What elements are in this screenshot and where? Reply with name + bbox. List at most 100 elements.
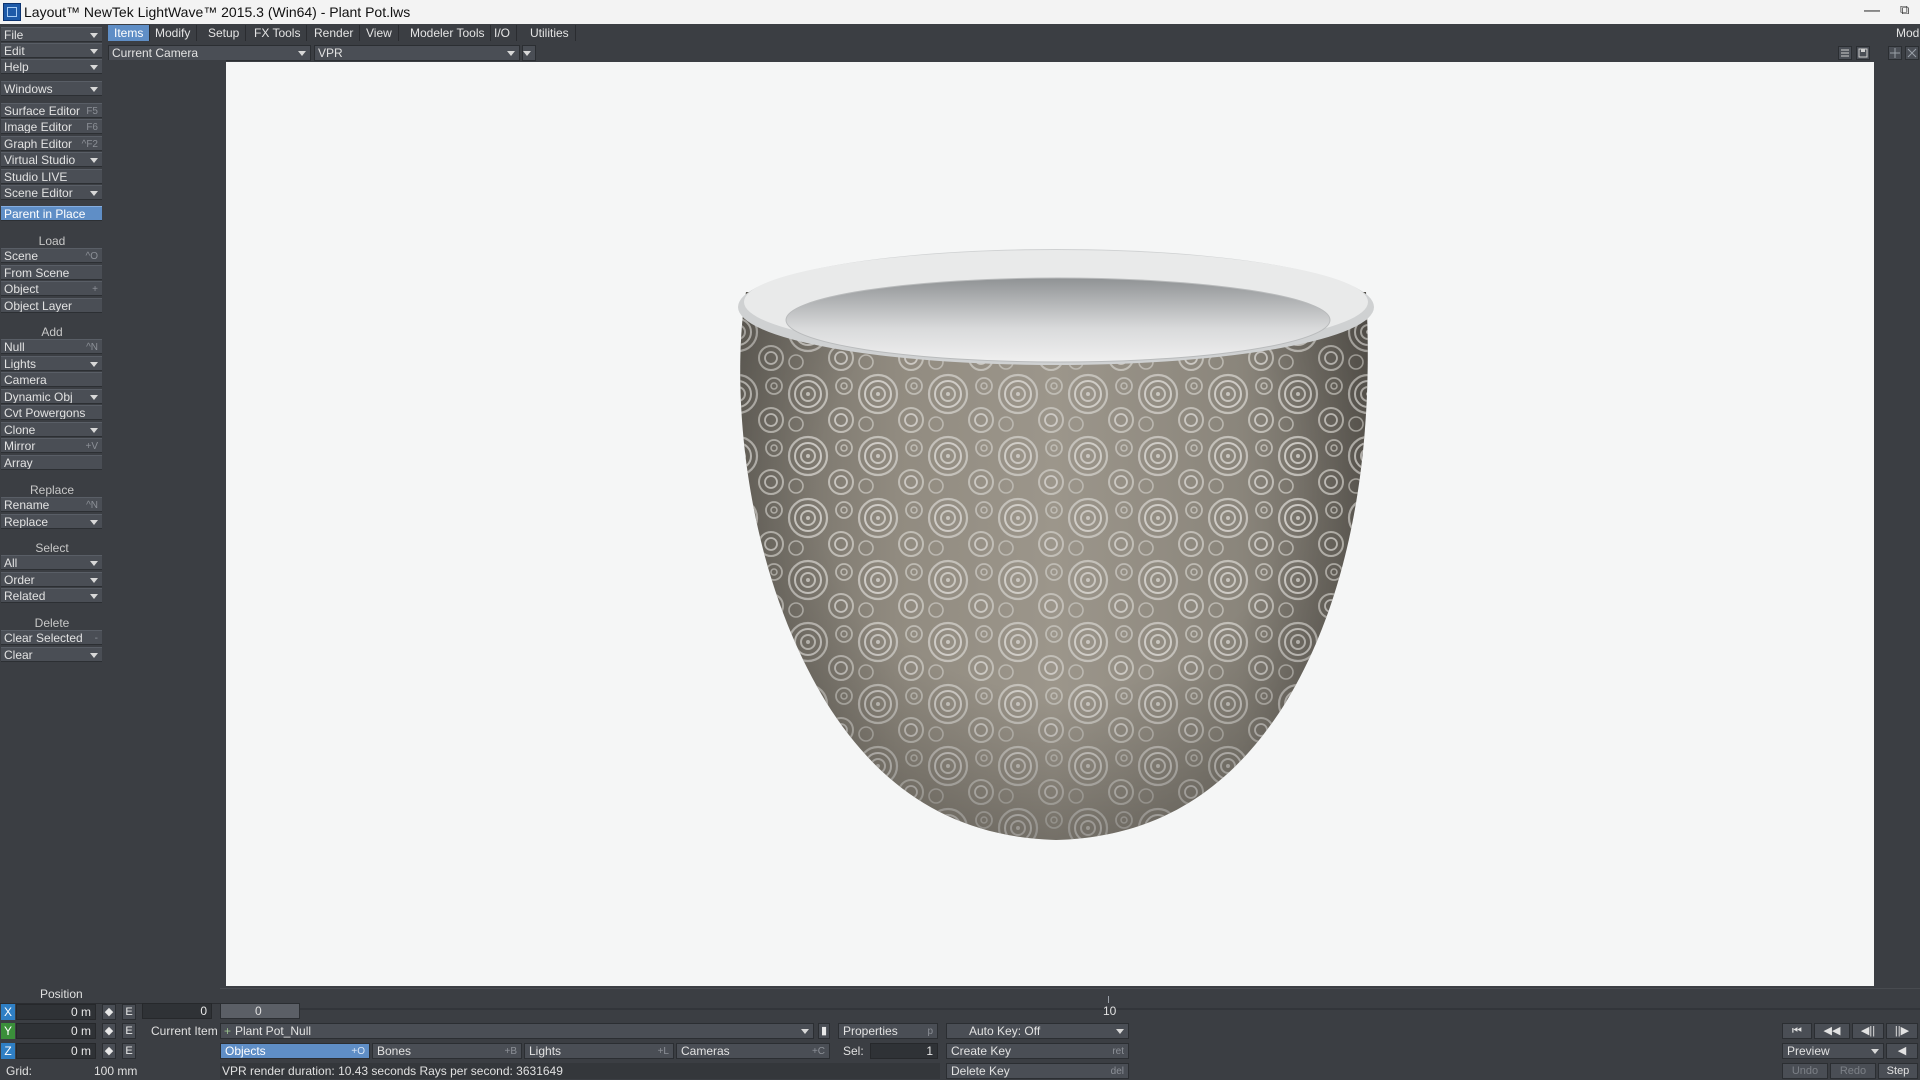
x-envelope-button[interactable]: E (122, 1004, 136, 1020)
windows-menu[interactable]: Windows (1, 81, 102, 96)
viewport-margin (106, 60, 226, 986)
shortcut-label: del (1110, 1066, 1124, 1077)
image-editor-button[interactable]: Image Editor F6 (1, 119, 102, 134)
array-button[interactable]: Array (1, 455, 102, 470)
chevron-down-icon (90, 594, 98, 599)
z-envelope-button[interactable]: E (122, 1043, 136, 1059)
chevron-down-icon (90, 578, 98, 583)
tab-modify[interactable]: Modify (149, 25, 198, 41)
save-icon[interactable] (1856, 46, 1870, 60)
replace-menu[interactable]: Replace (1, 514, 102, 529)
graph-editor-button[interactable]: Graph Editor ^F2 (1, 136, 102, 151)
shortcut-label: ^N (86, 342, 98, 353)
select-order-menu[interactable]: Order (1, 572, 102, 587)
lights-label: Lights (529, 1044, 562, 1058)
order-label: Order (4, 573, 35, 587)
redo-button[interactable]: Redo (1830, 1063, 1876, 1079)
go-to-start-icon[interactable]: ⏮ (1782, 1023, 1812, 1039)
list-icon[interactable] (1838, 46, 1852, 60)
clear-selected-button[interactable]: Clear Selected - (1, 630, 102, 645)
y-stepper-icon[interactable]: ◆ (102, 1023, 116, 1039)
vpr-viewport[interactable] (226, 62, 1874, 986)
object-layer-button[interactable]: Object Layer (1, 298, 102, 313)
window-title: Layout™ NewTek LightWave™ 2015.3 (Win64)… (24, 4, 411, 20)
current-frame-field[interactable]: 0 (142, 1003, 212, 1019)
select-all-menu[interactable]: All (1, 555, 102, 570)
current-item-select[interactable]: + Plant Pot_Null (220, 1023, 814, 1039)
chevron-down-icon (90, 87, 98, 92)
file-menu[interactable]: File (1, 27, 102, 42)
render-mode-select[interactable]: VPR (314, 45, 520, 61)
tab-modeler-tools[interactable]: Modeler Tools (404, 25, 492, 41)
chevron-down-icon (90, 33, 98, 38)
item-options-icon[interactable]: ▮ (818, 1023, 830, 1039)
chevron-down-icon (90, 428, 98, 433)
parent-in-place-button[interactable]: Parent in Place (1, 206, 102, 221)
shortcut-label: F6 (86, 122, 98, 133)
tab-setup[interactable]: Setup (202, 25, 247, 41)
objects-filter-button[interactable]: Objects +O (220, 1043, 370, 1059)
preview-menu[interactable]: Preview (1782, 1043, 1884, 1059)
y-position-field[interactable]: 0 m (16, 1023, 96, 1039)
z-stepper-icon[interactable]: ◆ (102, 1043, 116, 1059)
delete-header: Delete (34, 616, 70, 630)
clear-menu[interactable]: Clear (1, 647, 102, 662)
studio-live-button[interactable]: Studio LIVE (1, 169, 102, 184)
play-back-icon[interactable]: ◀ (1886, 1043, 1918, 1059)
create-key-button[interactable]: Create Key ret (946, 1043, 1129, 1059)
mirror-label: Mirror (4, 439, 36, 453)
tab-io[interactable]: I/O (488, 25, 518, 41)
add-lights-menu[interactable]: Lights (1, 356, 102, 371)
mirror-button[interactable]: Mirror +V (1, 438, 102, 453)
edit-menu[interactable]: Edit (1, 43, 102, 58)
tab-render[interactable]: Render (308, 25, 361, 41)
camera-select[interactable]: Current Camera (108, 45, 311, 61)
load-scene-button[interactable]: Scene ^O (1, 248, 102, 263)
move-icon[interactable] (1888, 46, 1902, 60)
tab-fx-tools[interactable]: FX Tools (248, 25, 308, 41)
surface-editor-button[interactable]: Surface Editor F5 (1, 103, 102, 118)
y-envelope-button[interactable]: E (122, 1023, 136, 1039)
lights-filter-button[interactable]: Lights +L (524, 1043, 674, 1059)
delete-key-button[interactable]: Delete Key del (946, 1063, 1129, 1079)
properties-button[interactable]: Properties p (838, 1023, 938, 1039)
restore-icon[interactable]: ⧉ (1900, 2, 1920, 22)
add-null-button[interactable]: Null ^N (1, 339, 102, 354)
clone-menu[interactable]: Clone (1, 422, 102, 437)
dynamic-obj-menu[interactable]: Dynamic Obj (1, 389, 102, 404)
scene-editor-menu[interactable]: Scene Editor (1, 185, 102, 200)
x-position-field[interactable]: 0 m (16, 1004, 96, 1020)
frame-slider[interactable]: 0 (220, 1003, 300, 1019)
rename-button[interactable]: Rename ^N (1, 497, 102, 512)
undo-button[interactable]: Undo (1782, 1063, 1828, 1079)
chevron-down-icon (298, 51, 306, 56)
play-reverse-icon[interactable]: ◀◀ (1814, 1023, 1850, 1039)
cvt-powergons-label: Cvt Powergons (4, 406, 86, 420)
virtual-studio-menu[interactable]: Virtual Studio (1, 152, 102, 167)
from-scene-button[interactable]: From Scene (1, 265, 102, 280)
bones-filter-button[interactable]: Bones +B (372, 1043, 522, 1059)
add-camera-button[interactable]: Camera (1, 372, 102, 387)
tab-view[interactable]: View (360, 25, 399, 41)
help-menu[interactable]: Help (1, 59, 102, 74)
step-forward-icon[interactable]: ||▶ (1886, 1023, 1918, 1039)
array-label: Array (4, 456, 33, 470)
maximize-viewport-icon[interactable] (1905, 46, 1919, 60)
cvt-powergons-button[interactable]: Cvt Powergons (1, 405, 102, 420)
minimize-icon[interactable]: — (1860, 2, 1884, 22)
load-object-button[interactable]: Object + (1, 281, 102, 296)
x-stepper-icon[interactable]: ◆ (102, 1004, 116, 1020)
mod-button[interactable]: Mod (1894, 25, 1920, 41)
tab-items[interactable]: Items (108, 25, 151, 41)
cameras-filter-button[interactable]: Cameras +C (676, 1043, 830, 1059)
tab-utilities[interactable]: Utilities (524, 25, 576, 41)
timeline-ruler[interactable] (106, 988, 1920, 1010)
auto-key-select[interactable]: Auto Key: Off (946, 1023, 1129, 1039)
z-position-field[interactable]: 0 m (16, 1043, 96, 1059)
step-back-icon[interactable]: ◀|| (1852, 1023, 1884, 1039)
step-button[interactable]: Step (1878, 1063, 1918, 1079)
edit-label: Edit (4, 44, 25, 58)
viewport-options-dropdown[interactable] (522, 45, 536, 61)
shortcut-label: ^F2 (81, 139, 98, 150)
select-related-menu[interactable]: Related (1, 588, 102, 603)
